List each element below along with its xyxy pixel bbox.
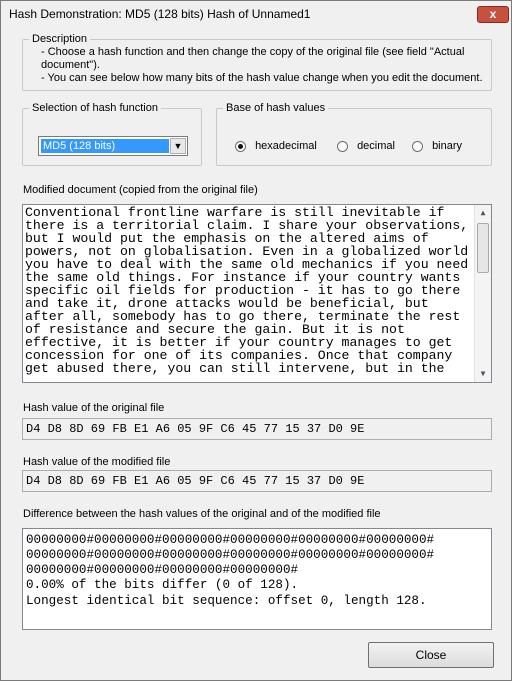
window-close-icon[interactable]: x bbox=[477, 6, 509, 23]
difference-line: 00000000#00000000#00000000#00000000#0000… bbox=[26, 548, 435, 562]
radio-button-icon[interactable] bbox=[412, 140, 423, 152]
difference-line: 0.00% of the bits differ (0 of 128). bbox=[26, 578, 299, 592]
radio-binary[interactable]: binary bbox=[412, 140, 462, 154]
radio-label: binary bbox=[432, 140, 463, 153]
difference-line: 00000000#00000000#00000000#00000000# bbox=[26, 563, 299, 577]
hash-function-legend: Selection of hash function bbox=[32, 102, 158, 114]
difference-line: 00000000#00000000#00000000#00000000#0000… bbox=[26, 533, 435, 547]
original-hash-label: Hash value of the original file bbox=[23, 402, 165, 414]
document-line: get abused there, you can still interven… bbox=[25, 361, 445, 376]
close-button[interactable]: Close bbox=[368, 642, 494, 668]
description-line: document"). bbox=[41, 59, 100, 71]
radio-label: hexadecimal bbox=[255, 140, 317, 153]
window-title: Hash Demonstration: MD5 (128 bits) Hash … bbox=[9, 7, 311, 21]
description-line: - You can see below how many bits of the… bbox=[41, 72, 483, 84]
hash-demo-window: Hash Demonstration: MD5 (128 bits) Hash … bbox=[0, 0, 512, 681]
chevron-down-icon[interactable]: ▼ bbox=[170, 138, 186, 154]
modified-hash-field[interactable]: D4 D8 8D 69 FB E1 A6 05 9F C6 45 77 15 3… bbox=[22, 470, 492, 492]
description-legend: Description bbox=[32, 33, 88, 45]
modified-hash-label: Hash value of the modified file bbox=[23, 456, 171, 468]
document-textarea[interactable]: Conventional frontline warfare is still … bbox=[22, 204, 492, 383]
base-legend: Base of hash values bbox=[226, 102, 326, 114]
radio-decimal[interactable]: decimal bbox=[337, 140, 395, 154]
hash-function-group: Selection of hash function bbox=[22, 102, 202, 166]
difference-label: Difference between the hash values of th… bbox=[23, 508, 381, 520]
radio-label: decimal bbox=[357, 140, 395, 153]
difference-line: Longest identical bit sequence: offset 0… bbox=[26, 594, 427, 608]
difference-textarea[interactable]: 00000000#00000000#00000000#00000000#0000… bbox=[22, 528, 492, 630]
title-bar[interactable]: Hash Demonstration: MD5 (128 bits) Hash … bbox=[1, 1, 511, 27]
radio-button-icon[interactable] bbox=[235, 140, 246, 152]
radio-button-icon[interactable] bbox=[337, 140, 348, 152]
scroll-up-icon[interactable]: ▲ bbox=[475, 205, 491, 221]
original-hash-field[interactable]: D4 D8 8D 69 FB E1 A6 05 9F C6 45 77 15 3… bbox=[22, 418, 492, 440]
description-line: - Choose a hash function and then change… bbox=[41, 46, 465, 58]
base-group: Base of hash values bbox=[216, 102, 492, 166]
document-label: Modified document (copied from the origi… bbox=[23, 184, 258, 196]
document-text[interactable]: Conventional frontline warfare is still … bbox=[25, 206, 475, 376]
radio-hexadecimal[interactable]: hexadecimal bbox=[235, 140, 317, 154]
hash-function-selected: MD5 (128 bits) bbox=[41, 139, 169, 153]
scroll-down-icon[interactable]: ▼ bbox=[475, 366, 491, 382]
scrollbar-thumb[interactable] bbox=[477, 223, 489, 273]
hash-function-select[interactable]: MD5 (128 bits) ▼ bbox=[38, 136, 188, 156]
document-scrollbar[interactable]: ▲ ▼ bbox=[474, 205, 491, 382]
